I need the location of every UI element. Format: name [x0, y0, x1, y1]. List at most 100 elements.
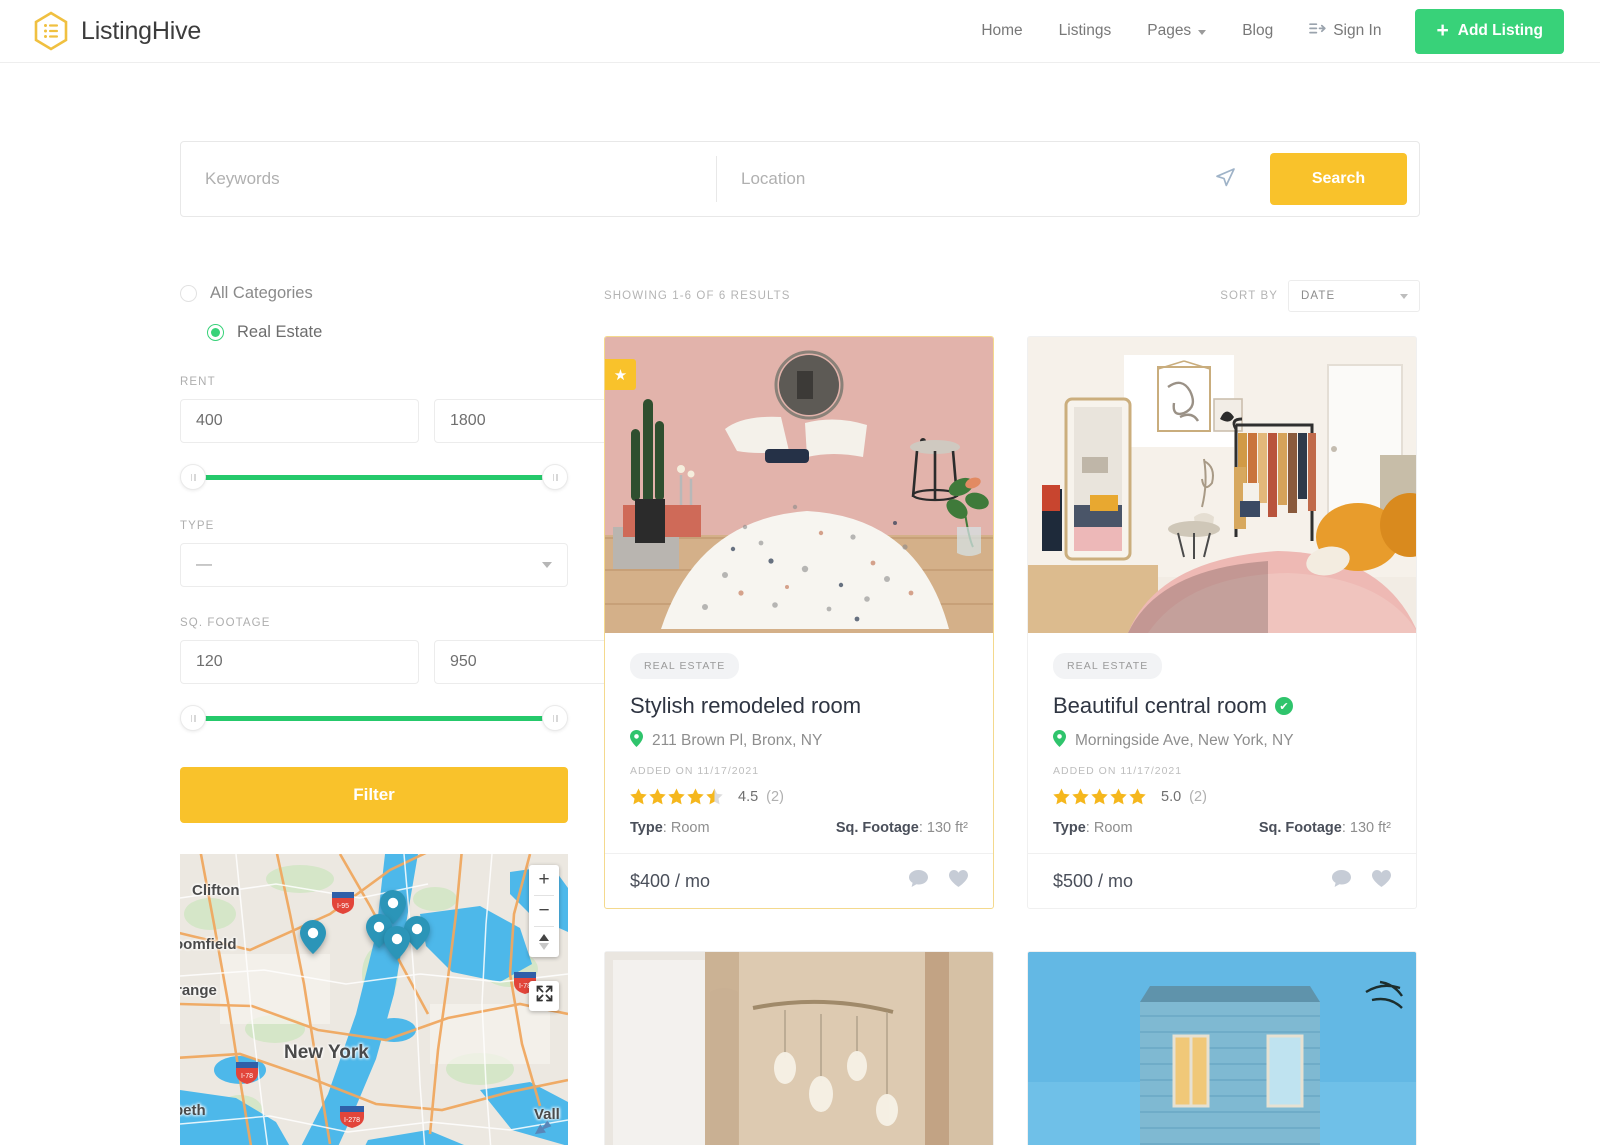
listing-sqft: Sq. Footage: 130 ft²: [1258, 820, 1391, 836]
search-button[interactable]: Search: [1270, 153, 1407, 205]
sort-control: Sort by Date: [1220, 280, 1420, 312]
filter-button-label: Filter: [353, 785, 395, 804]
slider-handle-min[interactable]: [180, 705, 206, 731]
fullscreen-icon: [536, 985, 553, 1007]
type-value: Room: [1093, 820, 1133, 836]
category-real-estate[interactable]: Real Estate: [180, 318, 568, 346]
listing-grid: ★ Real Estate Stylish remodeled room 211…: [604, 336, 1420, 1145]
nav-label: Sign In: [1333, 22, 1382, 39]
keywords-input[interactable]: Keywords: [181, 142, 716, 216]
listing-title[interactable]: Beautiful central room ✔: [1053, 693, 1391, 719]
filter-button[interactable]: Filter: [180, 767, 568, 823]
nav-item-blog[interactable]: Blog: [1224, 22, 1291, 40]
add-listing-button[interactable]: + Add Listing: [1415, 8, 1564, 54]
nav-item-sign-in[interactable]: Sign In: [1291, 21, 1399, 41]
map-pin[interactable]: [300, 920, 326, 954]
nav-label: Home: [981, 22, 1023, 39]
listing-rating: 4.5 (2): [630, 788, 968, 805]
add-listing-label: Add Listing: [1457, 22, 1543, 39]
listing-card[interactable]: Real Estate Beautiful central room ✔ Mor…: [1027, 336, 1417, 909]
paper-plane-icon[interactable]: [1214, 166, 1236, 193]
map-marker-icon: [630, 730, 643, 752]
listing-card[interactable]: [604, 951, 994, 1145]
location-input[interactable]: Location: [717, 142, 1270, 216]
heart-icon[interactable]: [949, 870, 968, 892]
category-chip[interactable]: Real Estate: [630, 653, 740, 679]
listing-address-text: Morningside Ave, New York, NY: [1075, 732, 1294, 749]
sqft-range-slider[interactable]: [180, 705, 568, 731]
filter-group-rent: Rent: [180, 376, 673, 490]
listing-card[interactable]: ★ Real Estate Stylish remodeled room 211…: [604, 336, 994, 909]
comment-icon[interactable]: [909, 870, 928, 892]
listing-sqft: Sq. Footage: 130 ft²: [835, 820, 968, 836]
nav-item-home[interactable]: Home: [963, 22, 1040, 40]
radio-icon[interactable]: [180, 284, 197, 302]
listing-type: Type: Room: [1053, 820, 1133, 836]
results-count: Showing 1-6 of 6 results: [604, 290, 791, 302]
listing-footer: $500 / mo: [1028, 853, 1416, 908]
search-button-label: Search: [1311, 170, 1366, 187]
map-marker-icon: [1053, 730, 1066, 752]
svg-text:I-95: I-95: [337, 903, 349, 910]
slider-handle-min[interactable]: [180, 464, 206, 490]
rent-min-input[interactable]: [180, 399, 419, 443]
map-fullscreen-button[interactable]: [529, 981, 559, 1011]
category-all-categories[interactable]: All Categories: [180, 279, 568, 307]
listing-image[interactable]: [1028, 952, 1416, 1145]
listing-added-date: Added on 11/17/2021: [630, 765, 760, 777]
sort-select[interactable]: Date: [1288, 280, 1420, 312]
listing-title-text: Beautiful central room: [1053, 693, 1267, 718]
listing-added-date: Added on 11/17/2021: [1053, 765, 1183, 777]
chevron-down-icon: [1198, 29, 1207, 35]
type-select[interactable]: —: [180, 543, 568, 587]
listing-actions: [909, 870, 968, 892]
type-label: Type: [630, 820, 663, 836]
listing-meta: Type: Room Sq. Footage: 130 ft²: [630, 820, 968, 836]
map-zoom-in-button[interactable]: +: [529, 865, 559, 895]
listing-image[interactable]: [605, 952, 993, 1145]
nav-label: Blog: [1242, 22, 1274, 39]
category-chip[interactable]: Real Estate: [1053, 653, 1163, 679]
compass-icon[interactable]: [529, 927, 559, 957]
keywords-placeholder: Keywords: [205, 169, 280, 188]
map-pin[interactable]: [384, 926, 410, 960]
listing-image[interactable]: ★: [605, 337, 993, 633]
map-label: oomfield: [180, 936, 237, 953]
rating-value: 4.5: [738, 788, 759, 805]
listing-price: $500 / mo: [1053, 870, 1134, 891]
slider-handle-max[interactable]: [542, 464, 568, 490]
star-rating-icons: [1053, 788, 1153, 805]
results-header: Showing 1-6 of 6 results Sort by Date: [604, 279, 1420, 313]
chevron-down-icon: [542, 562, 552, 568]
sq-footage-label: Sq. Footage: [180, 617, 271, 629]
sqft-min-input[interactable]: [180, 640, 419, 684]
radio-icon-selected[interactable]: [207, 323, 224, 341]
sort-select-value: Date: [1301, 290, 1336, 302]
nav-label: Listings: [1058, 22, 1112, 39]
sqft-value: 130 ft²: [926, 820, 968, 836]
nav-item-pages[interactable]: Pages: [1129, 22, 1224, 40]
listing-card[interactable]: [1027, 951, 1417, 1145]
listing-title[interactable]: Stylish remodeled room: [630, 693, 968, 719]
mini-map[interactable]: I-95 I-78 I-78 I-278 Clifton oomfield ra…: [180, 854, 568, 1145]
sqft-label: Sq. Footage: [835, 820, 919, 836]
listing-image[interactable]: [1028, 337, 1416, 633]
brand-name: ListingHive: [81, 16, 202, 45]
rating-count: (2): [766, 788, 784, 805]
nav-item-listings[interactable]: Listings: [1041, 22, 1130, 40]
brand-logo[interactable]: ListingHive: [34, 11, 201, 51]
sign-in-icon: [1309, 21, 1326, 41]
listing-rating: 5.0 (2): [1053, 788, 1391, 805]
chevron-down-icon: [1400, 294, 1408, 299]
rent-range-slider[interactable]: [180, 464, 568, 490]
sort-by-label: Sort by: [1220, 290, 1278, 302]
map-zoom-out-button[interactable]: −: [529, 896, 559, 926]
search-bar: Keywords Location Search: [180, 141, 1420, 217]
plus-icon: +: [1436, 18, 1449, 42]
slider-handle-max[interactable]: [542, 705, 568, 731]
featured-star-badge: ★: [605, 359, 636, 390]
heart-icon[interactable]: [1372, 870, 1391, 892]
listing-actions: [1332, 870, 1391, 892]
listing-type: Type: Room: [630, 820, 710, 836]
comment-icon[interactable]: [1332, 870, 1351, 892]
